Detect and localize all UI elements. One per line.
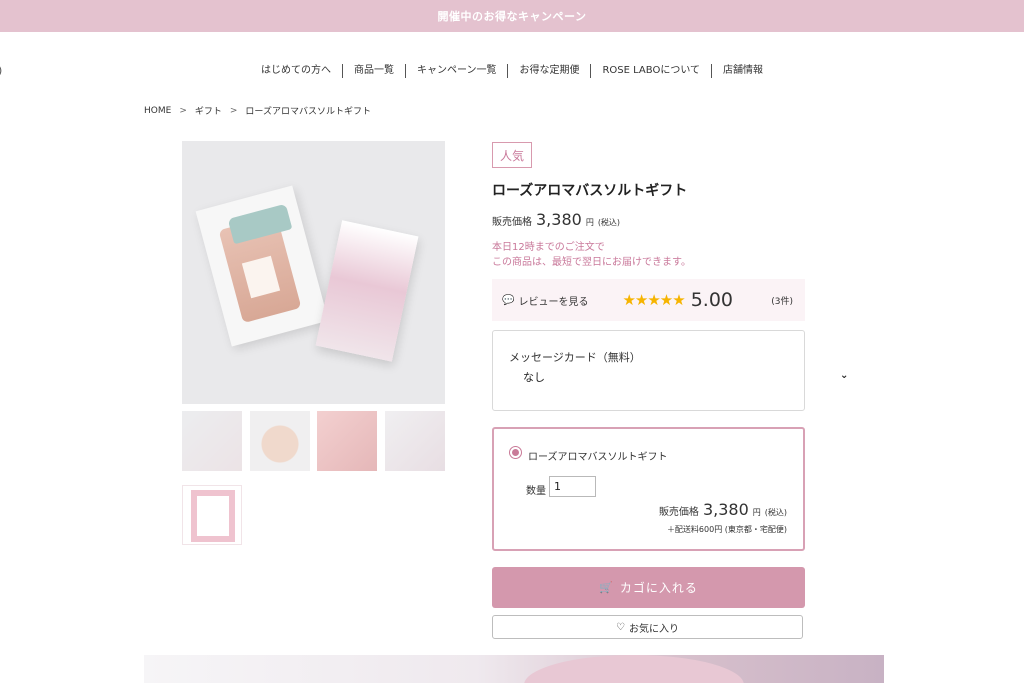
delivery-line-1: 本日12時までのご注文で xyxy=(492,242,605,253)
message-card-select[interactable]: メッセージカード（無料） なし xyxy=(492,330,805,411)
campaign-banner[interactable]: 開催中のお得なキャンペーン xyxy=(0,0,1024,32)
breadcrumb-separator: > xyxy=(229,105,238,116)
campaign-banner-text: 開催中のお得なキャンペーン xyxy=(437,10,587,23)
popular-badge: 人気 xyxy=(492,142,532,168)
delivery-line-2: この商品は、最短で翌日にお届けできます。 xyxy=(492,257,691,268)
cart-icon: 🛒 xyxy=(599,581,614,594)
breadcrumb-home[interactable]: HOME xyxy=(144,106,171,116)
add-to-cart-button[interactable]: 🛒 カゴに入れる xyxy=(492,567,805,608)
nav-item-first-time[interactable]: はじめての方へ xyxy=(250,64,342,78)
breadcrumb-gift[interactable]: ギフト xyxy=(195,104,222,117)
hero-image-strip xyxy=(144,655,884,683)
price-unit: 円 xyxy=(585,218,594,227)
chevron-down-icon[interactable]: ⌄ xyxy=(840,370,848,381)
rating-score: 5.00 xyxy=(690,289,734,311)
message-card-label: メッセージカード（無料） xyxy=(509,351,641,364)
product-title: ローズアロマバスソルトギフト xyxy=(492,183,688,199)
rose-petal-shape xyxy=(524,655,744,683)
nav-item-stores[interactable]: 店舗情報 xyxy=(711,64,774,78)
nav-item-products[interactable]: 商品一覧 xyxy=(341,64,405,78)
variant-price-label: 販売価格 xyxy=(658,507,699,518)
price-label: 販売価格 xyxy=(492,217,532,228)
variant-price-amount: 3,380 xyxy=(702,500,749,519)
thumbnail-box[interactable] xyxy=(385,411,445,471)
variant-price: 販売価格 3,380 円 (税込) xyxy=(659,500,787,519)
favorite-button[interactable]: ♡ お気に入り xyxy=(492,615,803,639)
quantity-input[interactable] xyxy=(549,476,596,497)
floral-frame-shape xyxy=(191,490,235,542)
thumbnail-salt[interactable] xyxy=(317,411,377,471)
star-rating-icon: ★★★★★ xyxy=(622,291,685,309)
global-nav: はじめての方へ 商品一覧 キャンペーン一覧 お得な定期便 ROSE LABOにつ… xyxy=(0,60,1024,82)
heart-icon: ♡ xyxy=(616,621,625,633)
nav-item-about[interactable]: ROSE LABOについて xyxy=(590,64,711,78)
thumbnail-jar[interactable] xyxy=(250,411,310,471)
variant-option[interactable]: ローズアロマバスソルトギフト 数量 販売価格 3,380 円 (税込) ＋配送料… xyxy=(492,427,805,551)
breadcrumb-current: ローズアロマバスソルトギフト xyxy=(245,107,371,117)
thumbnail-gift-set[interactable] xyxy=(182,411,242,471)
shipping-fee: ＋配送料600円 (東京都・宅配便) xyxy=(666,525,787,534)
review-count: (3件) xyxy=(771,296,793,307)
speech-bubble-icon: 💬 xyxy=(502,294,515,306)
variant-tax-note: (税込) xyxy=(764,508,787,517)
thumbnail-message-card[interactable] xyxy=(182,485,242,545)
breadcrumb-separator: > xyxy=(179,105,187,116)
add-to-cart-label: カゴに入れる xyxy=(619,581,698,595)
breadcrumb: HOME > ギフト > ローズアロマバスソルトギフト xyxy=(144,104,371,118)
gift-card-shape xyxy=(315,220,419,362)
quantity-label: 数量 xyxy=(526,486,546,497)
view-reviews-link[interactable]: 💬 レビューを見る xyxy=(502,293,588,308)
message-card-value: なし xyxy=(523,371,545,384)
nav-item-campaigns[interactable]: キャンペーン一覧 xyxy=(404,64,508,78)
variant-name: ローズアロマバスソルトギフト xyxy=(528,452,668,463)
variant-price-unit: 円 xyxy=(752,508,761,517)
favorite-label: お気に入り xyxy=(628,623,679,635)
delivery-notice: 本日12時までのご注文で この商品は、最短で翌日にお届けできます。 xyxy=(492,240,691,270)
review-summary: 💬 レビューを見る ★★★★★ 5.00 (3件) xyxy=(492,279,805,321)
price-amount: 3,380 xyxy=(536,210,582,229)
variant-radio[interactable] xyxy=(509,446,522,459)
product-price: 販売価格 3,380 円 (税込) xyxy=(492,210,620,229)
nav-item-subscription[interactable]: お得な定期便 xyxy=(507,64,590,78)
view-reviews-label: レビューを見る xyxy=(518,296,589,308)
tax-note: (税込) xyxy=(597,218,621,227)
product-main-image[interactable] xyxy=(182,141,445,404)
